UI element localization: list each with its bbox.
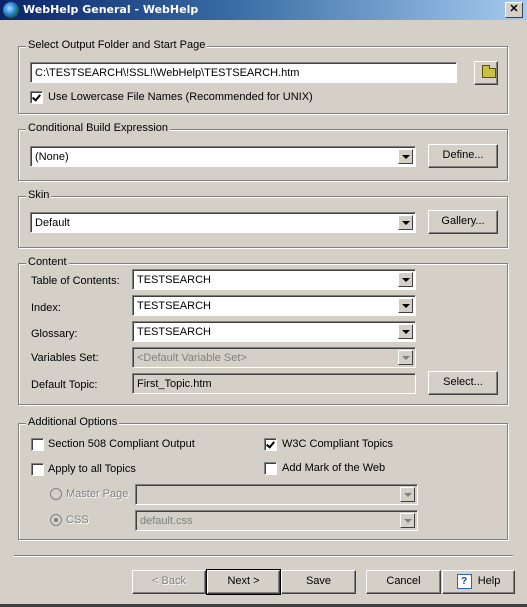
chevron-down-icon[interactable] (398, 149, 413, 164)
variables-set-value: <Default Variable Set> (137, 352, 247, 364)
gallery-button[interactable]: Gallery... (428, 210, 498, 234)
output-path-value: C:\TESTSEARCH\!SSL!\WebHelp\TESTSEARCH.h… (35, 67, 300, 79)
chevron-down-icon[interactable] (398, 272, 413, 287)
cancel-button[interactable]: Cancel (366, 570, 441, 594)
window-title: WebHelp General - WebHelp (23, 3, 199, 16)
glossary-label: Glossary: (31, 328, 78, 340)
conditional-build-value: (None) (35, 151, 69, 163)
apply-all-topics-checkbox[interactable] (31, 463, 44, 476)
next-button[interactable]: Next > (206, 569, 281, 595)
section508-label: Section 508 Compliant Output (48, 438, 195, 450)
master-page-radio (50, 488, 62, 500)
skin-value: Default (35, 217, 70, 229)
lowercase-checkbox[interactable] (30, 91, 43, 104)
master-page-label: Master Page (66, 488, 129, 500)
additional-options-legend: Additional Options (26, 416, 120, 428)
output-path-input[interactable]: C:\TESTSEARCH\!SSL!\WebHelp\TESTSEARCH.h… (30, 62, 457, 83)
conditional-build-select[interactable]: (None) (30, 146, 416, 167)
select-topic-button[interactable]: Select... (428, 371, 498, 395)
chevron-down-icon[interactable] (398, 324, 413, 339)
mark-of-web-checkbox[interactable] (264, 462, 277, 475)
master-page-select (135, 484, 418, 505)
chevron-down-icon[interactable] (398, 215, 413, 230)
help-question-icon: ? (456, 573, 472, 589)
toc-label: Table of Contents: (31, 275, 120, 287)
default-topic-label: Default Topic: (31, 379, 98, 391)
help-button[interactable]: ? Help (442, 570, 515, 594)
default-topic-value: First_Topic.htm (137, 378, 212, 390)
skin-legend: Skin (26, 189, 52, 201)
title-bar: WebHelp General - WebHelp ✕ (0, 0, 527, 20)
toc-select[interactable]: TESTSEARCH (132, 269, 416, 290)
w3c-checkbox[interactable] (264, 438, 277, 451)
content-legend: Content (26, 256, 69, 268)
variables-set-label: Variables Set: (31, 352, 99, 364)
help-label: Help (477, 575, 501, 587)
webhelp-globe-icon (3, 2, 19, 18)
chevron-down-icon (398, 350, 413, 365)
section508-checkbox[interactable] (31, 438, 44, 451)
css-select: default.css (135, 510, 418, 531)
index-value: TESTSEARCH (137, 300, 211, 312)
default-topic-field: First_Topic.htm (132, 373, 416, 394)
lowercase-label: Use Lowercase File Names (Recommended fo… (48, 91, 313, 103)
index-label: Index: (31, 302, 61, 314)
browse-folder-button[interactable] (474, 61, 498, 85)
css-label: CSS (66, 514, 89, 526)
index-select[interactable]: TESTSEARCH (132, 295, 416, 316)
glossary-select[interactable]: TESTSEARCH (132, 321, 416, 342)
skin-select[interactable]: Default (30, 212, 416, 233)
glossary-value: TESTSEARCH (137, 326, 211, 338)
chevron-down-icon (400, 513, 415, 528)
save-button[interactable]: Save (281, 570, 356, 594)
w3c-label: W3C Compliant Topics (282, 438, 394, 450)
back-button: < Back (132, 570, 206, 594)
define-button[interactable]: Define... (428, 144, 498, 168)
css-radio (50, 514, 62, 526)
chevron-down-icon (400, 487, 415, 502)
conditional-build-legend: Conditional Build Expression (26, 122, 171, 134)
output-folder-legend: Select Output Folder and Start Page (26, 39, 208, 51)
footer-separator (14, 555, 513, 557)
chevron-down-icon[interactable] (398, 298, 413, 313)
close-button[interactable]: ✕ (505, 2, 523, 18)
apply-all-topics-label: Apply to all Topics (48, 463, 136, 475)
css-value: default.css (140, 515, 193, 527)
toc-value: TESTSEARCH (137, 274, 211, 286)
open-folder-icon (482, 65, 496, 78)
mark-of-web-label: Add Mark of the Web (282, 462, 386, 474)
variables-set-select[interactable]: <Default Variable Set> (132, 347, 416, 368)
